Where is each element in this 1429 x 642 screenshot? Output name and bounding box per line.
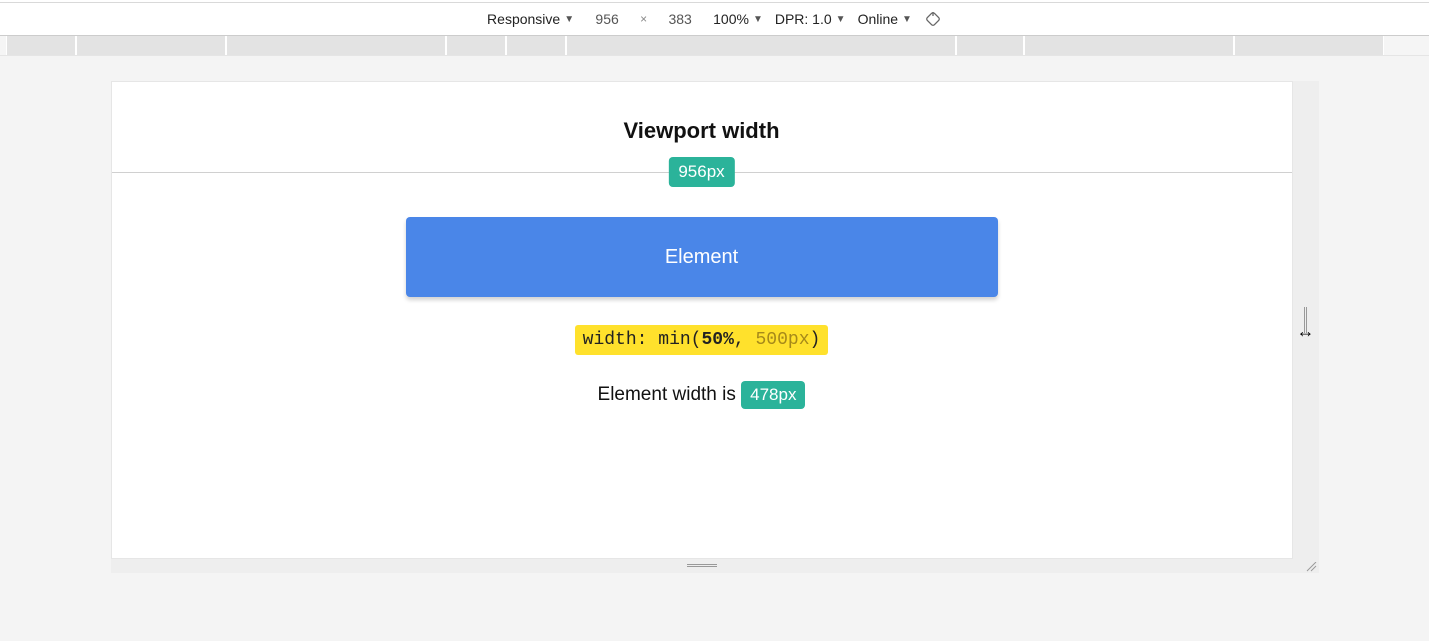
page-title: Viewport width: [112, 118, 1292, 144]
device-mode-dropdown[interactable]: Responsive ▼: [487, 11, 574, 27]
breakpoint-segment[interactable]: [566, 36, 956, 55]
css-code-snippet: width: min(50%, 500px): [575, 325, 829, 355]
dpr-dropdown[interactable]: DPR: 1.0 ▼: [775, 11, 846, 27]
viewport-width-badge: 956px: [668, 157, 734, 187]
device-toolbar: Responsive ▼ 956 × 383 100% ▼ DPR: 1.0 ▼…: [0, 3, 1429, 36]
viewport-height-input[interactable]: 383: [659, 11, 701, 27]
grip-horizontal-icon: [687, 564, 717, 568]
code-suffix: ): [810, 330, 821, 350]
dpr-label: DPR: 1.0: [775, 11, 832, 27]
breakpoint-segment[interactable]: [446, 36, 506, 55]
grip-vertical-icon: [1304, 307, 1308, 333]
code-separator: ,: [734, 330, 756, 350]
viewport-frame: Viewport width 956px Element width: min(…: [111, 81, 1319, 559]
breakpoint-segment[interactable]: [6, 36, 76, 55]
dimensions-separator: ×: [640, 12, 647, 26]
element-width-badge: 478px: [741, 381, 805, 409]
viewport-width-rule: 956px: [112, 172, 1292, 173]
resize-handle-bottom[interactable]: [111, 559, 1293, 573]
breakpoint-segment[interactable]: [506, 36, 566, 55]
caret-down-icon: ▼: [836, 14, 846, 25]
rotate-icon[interactable]: [924, 10, 942, 28]
code-prefix: width: min(: [583, 330, 702, 350]
throttling-label: Online: [858, 11, 898, 27]
corner-grip-icon: [1305, 562, 1317, 572]
viewport-width-input[interactable]: 956: [586, 11, 628, 27]
result-prefix: Element width is: [598, 384, 742, 405]
code-arg1: 50%: [701, 330, 733, 350]
page-inner: Viewport width 956px Element width: min(…: [112, 82, 1292, 409]
device-mode-label: Responsive: [487, 11, 560, 27]
throttling-dropdown[interactable]: Online ▼: [858, 11, 912, 27]
caret-down-icon: ▼: [753, 14, 763, 25]
code-arg2: 500px: [756, 330, 810, 350]
breakpoint-segment[interactable]: [226, 36, 446, 55]
demo-element: Element: [406, 217, 998, 297]
resize-handle-right[interactable]: ↔: [1293, 81, 1319, 559]
resize-handle-corner[interactable]: [1293, 559, 1319, 573]
zoom-label: 100%: [713, 11, 749, 27]
caret-down-icon: ▼: [902, 14, 912, 25]
caret-down-icon: ▼: [564, 14, 574, 25]
zoom-dropdown[interactable]: 100% ▼: [713, 11, 763, 27]
element-width-result: Element width is 478px: [112, 381, 1292, 409]
breakpoint-ruler[interactable]: [0, 36, 1429, 56]
breakpoint-segment[interactable]: [1024, 36, 1234, 55]
breakpoint-segment[interactable]: [1234, 36, 1384, 55]
breakpoint-segment[interactable]: [956, 36, 1024, 55]
page-content: Viewport width 956px Element width: min(…: [111, 81, 1293, 559]
breakpoint-segment[interactable]: [76, 36, 226, 55]
device-canvas: Viewport width 956px Element width: min(…: [0, 56, 1429, 641]
